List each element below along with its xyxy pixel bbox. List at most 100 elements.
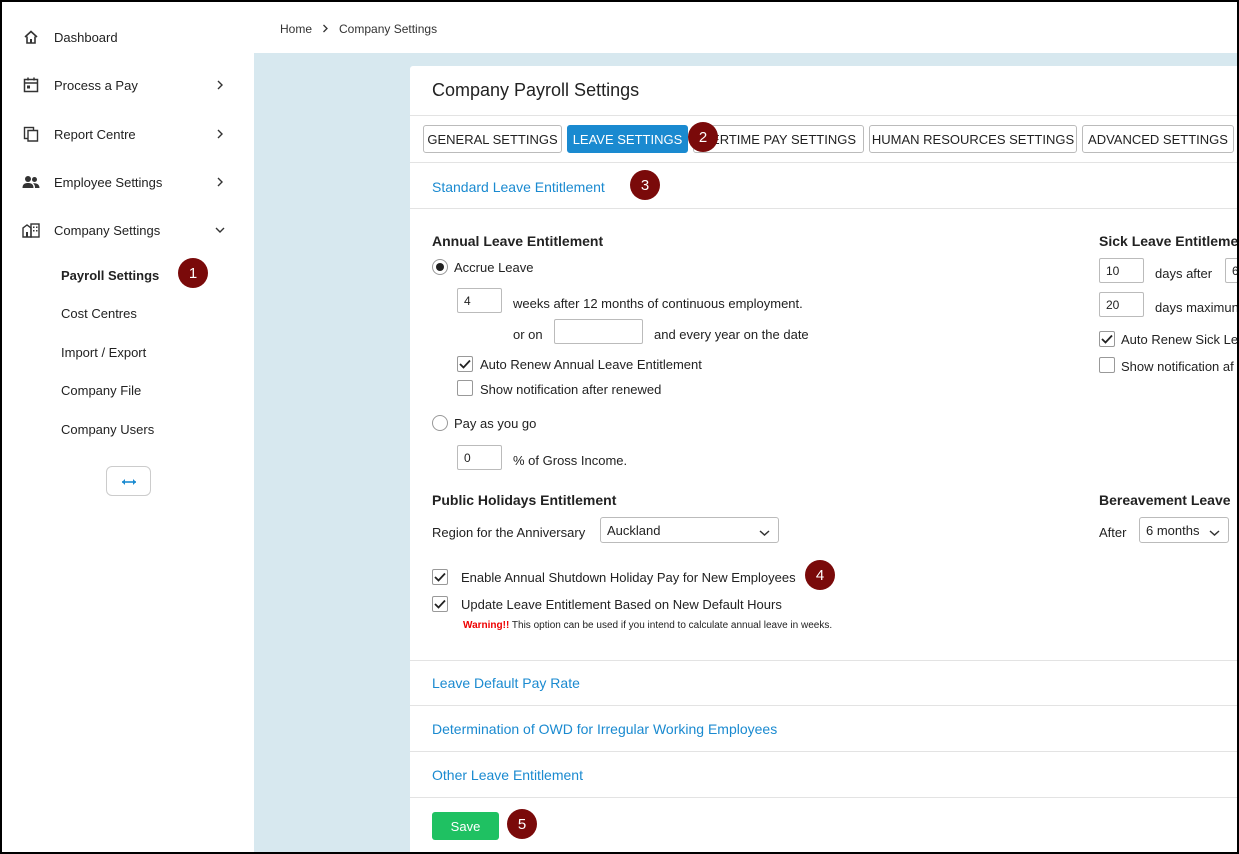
tab-human-resources-settings[interactable]: HUMAN RESOURCES SETTINGS	[869, 125, 1077, 153]
auto-renew-annual-checkbox[interactable]	[457, 356, 473, 372]
show-notification-annual-label: Show notification after renewed	[480, 382, 662, 397]
tab-leave-settings[interactable]: LEAVE SETTINGS	[567, 125, 688, 153]
sidebar-item-label: Employee Settings	[54, 174, 163, 190]
shutdown-holiday-pay-label: Enable Annual Shutdown Holiday Pay for N…	[461, 570, 796, 585]
annotation-badge: 2	[688, 122, 718, 152]
sidebar-subitem-company-users[interactable]: Company Users	[61, 422, 154, 437]
building-icon	[22, 221, 40, 239]
sidebar-item-company-settings[interactable]: Company Settings	[4, 210, 254, 250]
people-icon	[22, 173, 40, 191]
bereavement-heading: Bereavement Leave	[1099, 492, 1231, 508]
gross-income-text: % of Gross Income.	[513, 453, 628, 468]
chevron-down-icon	[759, 525, 770, 540]
tab-advanced-settings[interactable]: ADVANCED SETTINGS	[1082, 125, 1234, 153]
bereavement-after-value: 6 months	[1146, 522, 1200, 538]
checkmark-icon	[459, 359, 471, 369]
sick-days-input[interactable]: 10	[1099, 258, 1144, 283]
annotation-badge: 1	[178, 258, 208, 288]
sick-max-input[interactable]: 20	[1099, 292, 1144, 317]
update-entitlement-checkbox[interactable]	[432, 596, 448, 612]
sidebar-item-process-a-pay[interactable]: Process a Pay	[4, 65, 254, 105]
section-owd-irregular[interactable]: Determination of OWD for Irregular Worki…	[432, 721, 777, 737]
date-input[interactable]	[554, 319, 643, 344]
chevron-right-icon	[214, 79, 226, 91]
accrue-leave-label: Accrue Leave	[454, 260, 534, 275]
public-holidays-heading: Public Holidays Entitlement	[432, 492, 617, 508]
breadcrumb-home[interactable]: Home	[280, 22, 312, 36]
checkmark-icon	[434, 599, 446, 609]
sidebar-item-report-centre[interactable]: Report Centre	[4, 114, 254, 154]
accrue-leave-radio[interactable]	[432, 259, 448, 275]
chevron-right-icon	[214, 176, 226, 188]
sidebar-item-label: Report Centre	[54, 126, 136, 142]
annotation-badge: 5	[507, 809, 537, 839]
section-other-leave-entitlement[interactable]: Other Leave Entitlement	[432, 767, 583, 783]
divider	[410, 660, 1237, 661]
checkmark-icon	[1101, 334, 1113, 344]
or-on-label: or on	[513, 327, 543, 342]
divider	[410, 162, 1237, 163]
divider	[410, 705, 1237, 706]
warning-text: Warning!! This option can be used if you…	[463, 620, 832, 631]
annual-leave-heading: Annual Leave Entitlement	[432, 233, 604, 249]
sick-after-input[interactable]: 6	[1225, 258, 1237, 283]
auto-renew-sick-checkbox[interactable]	[1099, 331, 1115, 347]
sidebar-subitem-import-export[interactable]: Import / Export	[61, 345, 146, 360]
warning-label: Warning!!	[463, 620, 510, 631]
divider	[410, 208, 1237, 209]
pay-as-you-go-radio[interactable]	[432, 415, 448, 431]
sick-leave-heading: Sick Leave Entitleme	[1099, 233, 1239, 249]
region-value: Auckland	[607, 522, 661, 538]
documents-icon	[22, 125, 40, 143]
pay-as-you-go-label: Pay as you go	[454, 416, 537, 431]
show-notification-sick-label: Show notification af	[1121, 359, 1234, 374]
update-entitlement-label: Update Leave Entitlement Based on New De…	[461, 597, 782, 612]
calendar-icon	[22, 76, 40, 94]
chevron-down-icon	[214, 224, 226, 236]
chevron-right-icon	[322, 22, 329, 36]
shutdown-holiday-pay-checkbox[interactable]	[432, 569, 448, 585]
show-notification-sick-checkbox[interactable]	[1099, 357, 1115, 373]
save-button[interactable]: Save	[432, 812, 499, 840]
breadcrumb-current: Company Settings	[339, 21, 438, 36]
sick-days-after-label: days after	[1155, 266, 1213, 281]
sidebar-subitem-payroll-settings[interactable]: Payroll Settings	[61, 268, 159, 283]
home-icon	[22, 28, 40, 46]
region-label: Region for the Anniversary	[432, 525, 586, 540]
chevron-right-icon	[214, 128, 226, 140]
tab-overtime-pay-settings[interactable]: ERTIME PAY SETTINGS	[693, 125, 864, 153]
every-year-text: and every year on the date	[654, 327, 809, 342]
double-arrow-icon	[121, 474, 137, 489]
auto-renew-annual-label: Auto Renew Annual Leave Entitlement	[480, 357, 702, 372]
divider	[410, 751, 1237, 752]
weeks-input[interactable]: 4	[457, 288, 502, 313]
sidebar-subitem-cost-centres[interactable]: Cost Centres	[61, 306, 137, 321]
show-notification-annual-checkbox[interactable]	[457, 380, 473, 396]
page-title: Company Payroll Settings	[432, 80, 640, 100]
sidebar-subitem-company-file[interactable]: Company File	[61, 383, 141, 398]
sick-days-max-label: days maximun	[1155, 300, 1239, 315]
weeks-text: weeks after 12 months of continuous empl…	[513, 296, 803, 311]
divider	[410, 115, 1237, 116]
sidebar-item-label: Dashboard	[54, 29, 118, 45]
sidebar-item-label: Process a Pay	[54, 77, 138, 93]
checkmark-icon	[434, 572, 446, 582]
section-standard-leave-entitlement[interactable]: Standard Leave Entitlement	[432, 179, 605, 195]
auto-renew-sick-label: Auto Renew Sick Le	[1121, 332, 1239, 347]
sidebar-collapse-button[interactable]	[106, 466, 151, 496]
region-select[interactable]: Auckland	[600, 517, 779, 543]
gross-income-percent-input[interactable]: 0	[457, 445, 502, 470]
tab-general-settings[interactable]: GENERAL SETTINGS	[423, 125, 562, 153]
window: Dashboard Process a Pay Report Centre Em…	[0, 0, 1239, 854]
annotation-badge: 4	[805, 560, 835, 590]
sidebar: Dashboard Process a Pay Report Centre Em…	[4, 4, 254, 852]
chevron-down-icon	[1209, 525, 1220, 540]
sidebar-item-employee-settings[interactable]: Employee Settings	[4, 162, 254, 202]
divider	[410, 797, 1237, 798]
bereavement-after-label: After	[1099, 525, 1127, 540]
section-leave-default-pay-rate[interactable]: Leave Default Pay Rate	[432, 675, 580, 691]
sidebar-item-dashboard[interactable]: Dashboard	[4, 17, 254, 57]
bereavement-after-select[interactable]: 6 months	[1139, 517, 1229, 543]
sidebar-item-label: Company Settings	[54, 222, 161, 238]
warning-message: This option can be used if you intend to…	[509, 620, 833, 631]
